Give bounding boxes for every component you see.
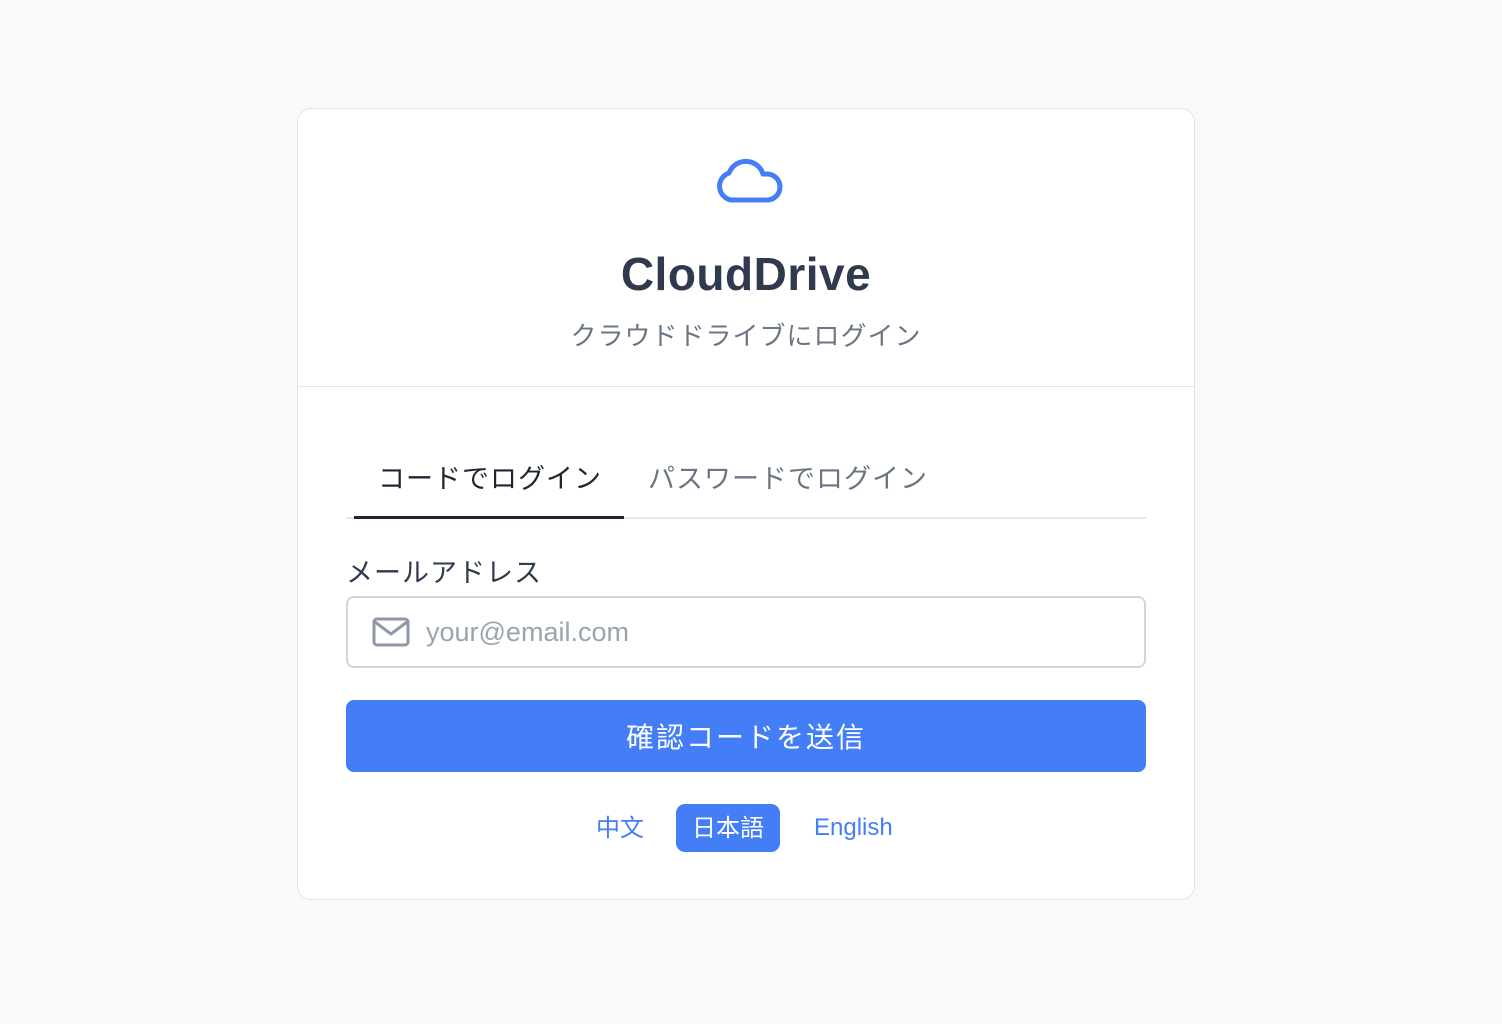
login-method-tabs: コードでログイン パスワードでログイン	[346, 439, 1146, 519]
lang-option-japanese[interactable]: 日本語	[676, 804, 780, 852]
cloud-icon	[717, 158, 783, 203]
send-code-button[interactable]: 確認コードを送信	[346, 700, 1146, 772]
tab-password-login[interactable]: パスワードでログイン	[648, 457, 928, 496]
email-field[interactable]	[346, 596, 1146, 668]
language-switcher: 中文 日本語 English	[298, 804, 1194, 852]
email-input[interactable]	[426, 598, 1126, 666]
lang-option-chinese[interactable]: 中文	[580, 804, 660, 852]
login-card: CloudDrive クラウドドライブにログイン コードでログイン パスワードで…	[297, 108, 1195, 900]
tab-code-login[interactable]: コードでログイン	[378, 457, 602, 496]
app-title: CloudDrive	[620, 248, 872, 300]
app-subtitle: クラウドドライブにログイン	[570, 322, 922, 352]
card-header: CloudDrive クラウドドライブにログイン	[298, 109, 1194, 387]
lang-option-english[interactable]: English	[798, 804, 909, 852]
active-tab-indicator	[354, 516, 624, 519]
mail-icon	[372, 617, 410, 647]
email-label: メールアドレス	[346, 558, 542, 589]
